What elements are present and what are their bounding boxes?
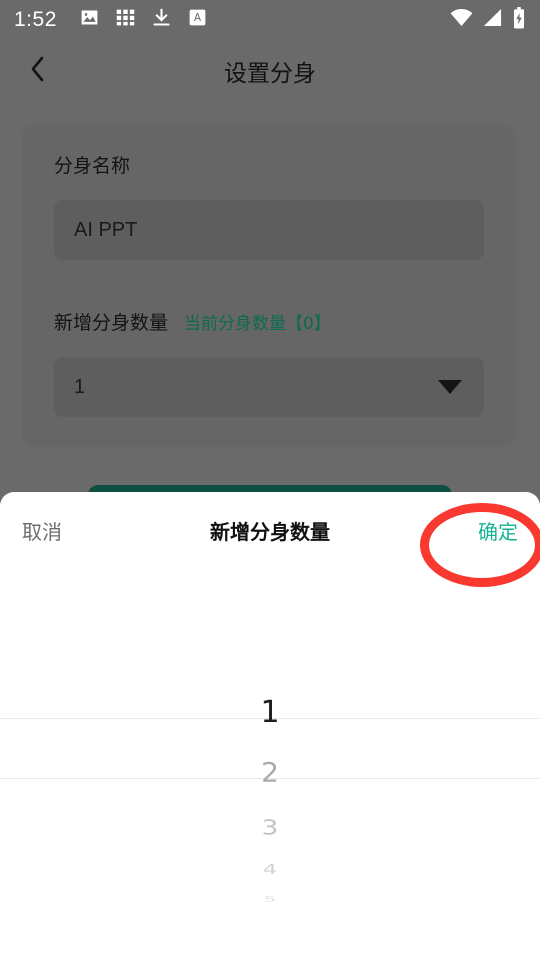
picker-item-selected[interactable]: 1 xyxy=(0,695,540,730)
status-icons-left: A xyxy=(79,7,208,33)
number-picker-wheel[interactable]: 1 2 3 4 5 xyxy=(0,677,540,960)
svg-text:A: A xyxy=(194,12,202,24)
current-count-hint: 当前分身数量【0】 xyxy=(184,314,331,334)
picker-item[interactable]: 4 xyxy=(0,863,540,878)
count-dropdown[interactable]: 1 xyxy=(54,357,484,417)
settings-card: 分身名称 AI PPT 新增分身数量 当前分身数量【0】 1 xyxy=(22,125,516,447)
picker-item[interactable]: 2 xyxy=(0,757,540,788)
battery-charging-icon xyxy=(512,6,526,34)
count-dropdown-value: 1 xyxy=(74,375,86,398)
confirm-button[interactable]: 确定 xyxy=(472,508,524,553)
status-bar: 1:52 A xyxy=(0,0,540,40)
section-divider xyxy=(54,260,484,308)
cancel-button[interactable]: 取消 xyxy=(16,508,68,553)
page-title: 设置分身 xyxy=(224,61,316,87)
title-bar: 设置分身 xyxy=(0,40,540,102)
sheet-title: 新增分身数量 xyxy=(210,519,330,544)
translate-icon: A xyxy=(187,7,208,33)
download-icon xyxy=(151,7,172,33)
picker-item[interactable]: 3 xyxy=(0,816,540,840)
cellular-signal-icon xyxy=(482,8,503,32)
picker-item[interactable]: 5 xyxy=(0,895,540,903)
caret-down-icon xyxy=(438,380,462,394)
status-icons-right xyxy=(450,6,526,34)
wifi-icon xyxy=(450,8,473,32)
count-field-label: 新增分身数量 xyxy=(54,312,169,334)
number-picker-sheet: 取消 新增分身数量 确定 1 2 3 4 5 xyxy=(0,492,540,960)
status-clock: 1:52 xyxy=(14,8,57,31)
image-icon xyxy=(79,7,100,33)
sheet-header: 取消 新增分身数量 确定 xyxy=(0,492,540,568)
apps-grid-icon xyxy=(115,7,136,33)
name-field-label: 分身名称 xyxy=(54,155,131,177)
name-input[interactable]: AI PPT xyxy=(54,200,484,260)
name-input-value: AI PPT xyxy=(74,218,138,241)
name-label-row: 分身名称 xyxy=(54,151,484,178)
count-label-row: 新增分身数量 当前分身数量【0】 xyxy=(54,308,484,335)
